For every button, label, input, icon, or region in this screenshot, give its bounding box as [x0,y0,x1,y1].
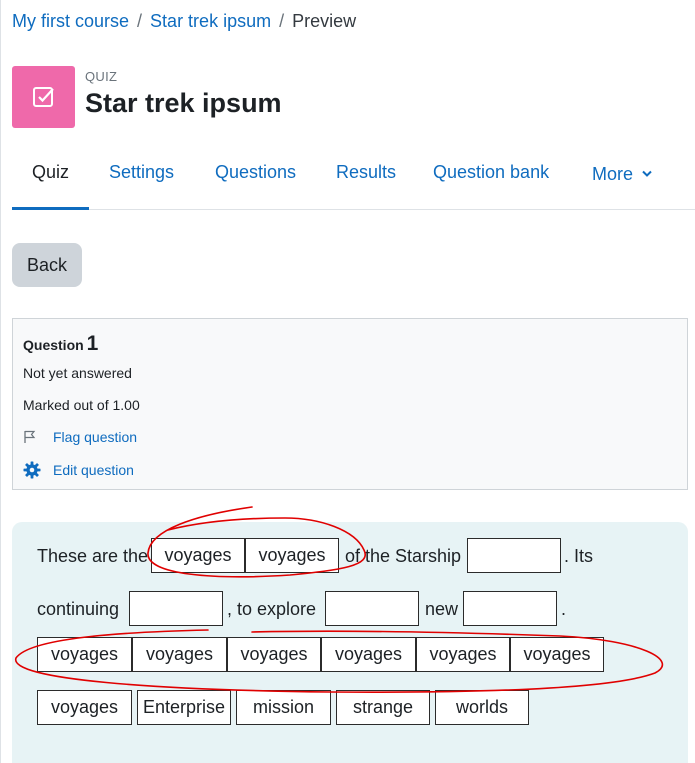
question-grade: Marked out of 1.00 [23,397,140,413]
tab-more-label: More [592,164,634,184]
question-number-value: 1 [86,332,99,355]
gear-icon [23,461,43,479]
breadcrumb: My first course / Star trek ipsum / Preview [12,11,356,32]
active-tab-indicator [12,207,89,210]
question-text: new [425,599,459,619]
flag-question-link[interactable]: Flag question [23,429,137,445]
chevron-down-icon [642,162,652,183]
drop-zone[interactable] [463,591,557,626]
breadcrumb-separator: / [279,11,285,31]
question-text: of the Starship [345,546,462,566]
question-text: . [561,599,567,619]
flag-question-label: Flag question [53,429,138,445]
drag-item[interactable]: voyages [37,637,132,672]
question-text: , to explore [227,599,317,619]
drag-item[interactable]: mission [236,690,331,725]
drop-zone[interactable] [325,591,419,626]
question-text: . Its [564,546,594,566]
tab-settings[interactable]: Settings [109,162,174,183]
drag-item[interactable]: voyages [321,637,416,672]
module-type-label: QUIZ [85,69,118,84]
drag-item[interactable]: voyages [37,690,132,725]
placed-drag-item[interactable]: voyages [151,538,245,573]
tab-question-bank[interactable]: Question bank [433,162,549,183]
drop-zone[interactable] [129,591,223,626]
edit-question-link[interactable]: Edit question [23,461,134,479]
flag-icon [23,430,43,444]
breadcrumb-current: Preview [292,11,357,31]
question-text: These are the [37,546,149,566]
secondary-navigation: Quiz Settings Questions Results Question… [12,150,695,210]
page-title: Star trek ipsum [85,88,282,118]
tab-quiz[interactable]: Quiz [32,162,69,183]
edit-question-label: Edit question [53,462,134,478]
drag-item[interactable]: voyages [510,637,604,672]
drop-zone[interactable] [467,538,561,573]
breadcrumb-course-link[interactable]: My first course [12,11,129,31]
question-label: Question [23,337,84,353]
drag-item[interactable]: strange [336,690,430,725]
question-number: Question 1 [23,332,98,356]
placed-drag-item[interactable]: voyages [245,538,339,573]
question-info-panel: Question 1 Not yet answered Marked out of… [12,318,688,490]
question-content: These are the voyages voyages of the Sta… [12,522,688,763]
drag-item[interactable]: voyages [416,637,510,672]
drag-item[interactable]: voyages [227,637,321,672]
question-state: Not yet answered [23,365,132,381]
drag-item[interactable]: voyages [132,637,227,672]
tab-more[interactable]: More [592,162,652,185]
drag-item[interactable]: worlds [435,690,529,725]
drag-item[interactable]: Enterprise [137,690,231,725]
page-left-border [0,0,1,763]
breadcrumb-quiz-link[interactable]: Star trek ipsum [150,11,271,31]
quiz-checkbox-icon [12,66,75,128]
tab-results[interactable]: Results [336,162,396,183]
question-text: continuing [37,599,120,619]
back-button[interactable]: Back [12,243,82,287]
breadcrumb-separator: / [137,11,143,31]
tab-questions[interactable]: Questions [215,162,296,183]
